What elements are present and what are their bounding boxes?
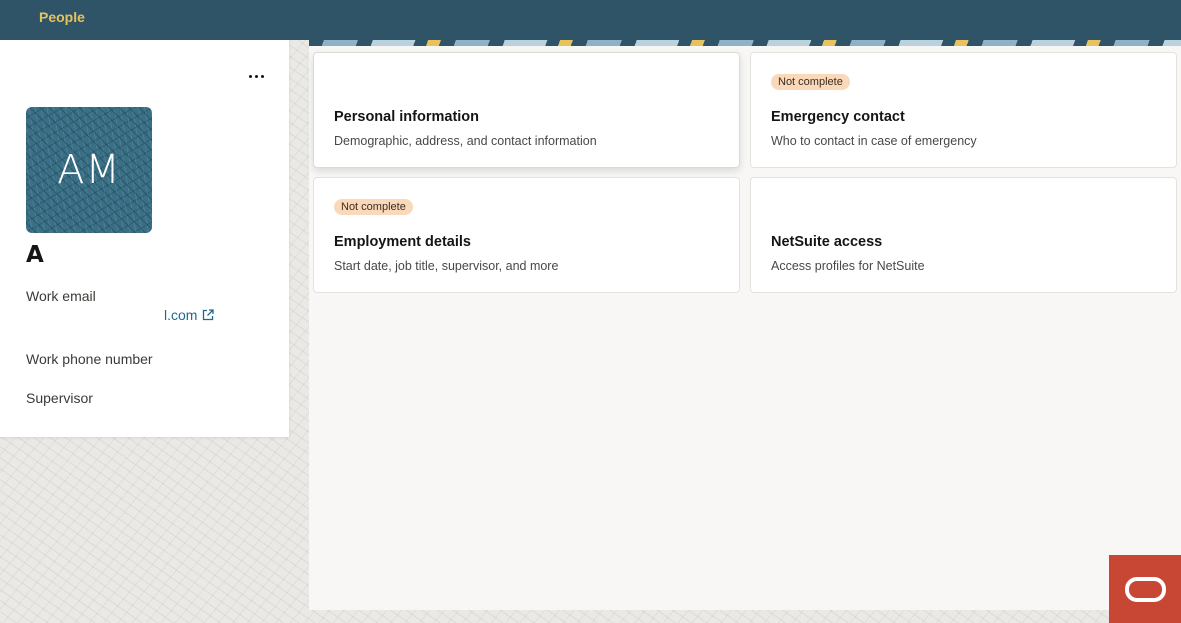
top-header-bar: People [0,0,1181,40]
card-description: Access profiles for NetSuite [771,259,925,273]
profile-card: AM A Work email l.com Work phone number … [0,40,289,437]
card-emergency-contact[interactable]: Not complete Emergency contact Who to co… [750,52,1177,168]
card-description: Demographic, address, and contact inform… [334,134,597,148]
card-description: Who to contact in case of emergency [771,134,977,148]
work-phone-label: Work phone number [26,351,153,367]
card-title: Employment details [334,234,471,250]
person-name: A [26,242,44,268]
card-title: Personal information [334,109,480,125]
oracle-assistant-button[interactable] [1109,555,1181,623]
more-options-button[interactable] [244,66,268,86]
more-dot [260,74,264,78]
avatar-initials: AM [57,147,121,193]
more-dot [254,74,258,78]
work-email-label: Work email [26,288,96,304]
card-title: Emergency contact [771,109,905,125]
external-link-icon [203,309,215,321]
card-employment-details[interactable]: Not complete Employment details Start da… [313,177,740,293]
status-badge: Not complete [771,74,850,90]
card-netsuite-access[interactable]: NetSuite access Access profiles for NetS… [750,177,1177,293]
card-description: Start date, job title, supervisor, and m… [334,259,559,273]
supervisor-label: Supervisor [26,390,93,406]
status-badge: Not complete [334,199,413,215]
more-horizontal-icon [248,74,252,78]
oracle-logo-icon [1124,576,1166,602]
work-email-link[interactable]: l.com [164,307,215,323]
page-title[interactable]: People [39,9,85,25]
work-email-value: l.com [164,307,198,323]
card-personal-information[interactable]: Personal information Demographic, addres… [313,52,740,168]
avatar: AM [26,107,152,233]
card-title: NetSuite access [771,234,883,250]
